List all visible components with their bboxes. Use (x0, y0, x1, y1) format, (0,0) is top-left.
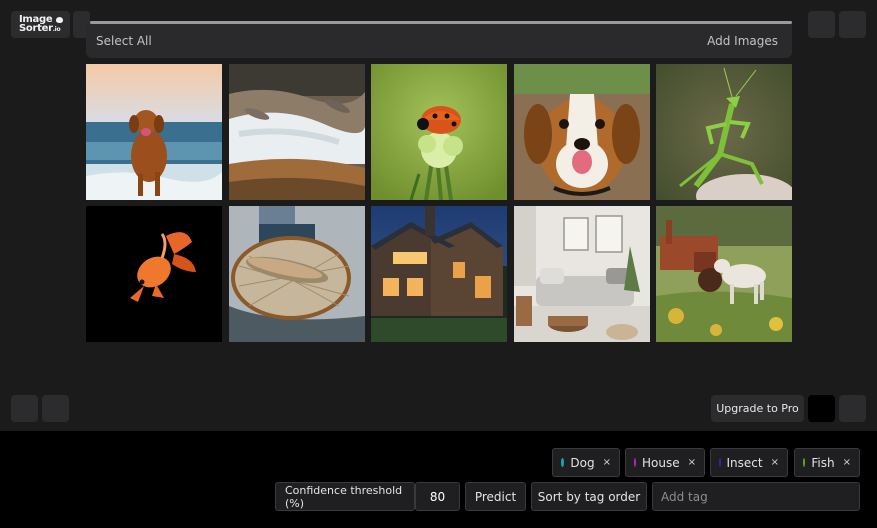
tag-chip-fish[interactable]: Fish × (794, 448, 860, 477)
ladybug-image (371, 64, 507, 200)
image-tile-fish-river[interactable] (228, 64, 365, 200)
add-tag-input[interactable] (661, 489, 851, 504)
action-bar: Select All Add Images (86, 24, 792, 58)
image-tile-dog-beach[interactable] (86, 64, 222, 200)
bottom-left-button-1[interactable] (11, 395, 38, 422)
predict-button[interactable]: Predict (465, 482, 526, 511)
tag-panel (0, 431, 877, 528)
fish-river-image (228, 64, 365, 200)
bottom-right-button[interactable] (839, 395, 866, 422)
beagle-image (513, 64, 650, 200)
goldfish-image (86, 206, 222, 342)
trout-net-image (228, 206, 365, 342)
confidence-threshold-label: Confidence threshold (%) (275, 482, 415, 511)
tag-color-dot (719, 458, 721, 467)
image-tile-beagle[interactable] (513, 64, 650, 200)
bottom-left-button-2[interactable] (42, 395, 69, 422)
app-logo[interactable]: Image Sorter.io (11, 11, 70, 38)
image-tile-living-room[interactable] (513, 206, 650, 342)
app-window: Image Sorter.io Select All Add Images Up… (0, 0, 877, 528)
image-tile-trout-net[interactable] (228, 206, 365, 342)
tag-chip-insect[interactable]: Insect × (710, 448, 788, 477)
image-tile-ladybug[interactable] (371, 64, 507, 200)
add-images-button[interactable]: Add Images (707, 34, 778, 48)
tag-color-dot (803, 458, 806, 467)
upgrade-button[interactable]: Upgrade to Pro (711, 395, 804, 422)
living-room-image (513, 206, 650, 342)
mantis-image (656, 64, 792, 200)
top-right-button-1[interactable] (808, 11, 835, 38)
dog-beach-image (86, 64, 222, 200)
select-all-button[interactable]: Select All (96, 34, 152, 48)
add-tag-field[interactable] (652, 482, 860, 511)
tag-chip-dog[interactable]: Dog × (552, 448, 620, 477)
tag-label: Dog (570, 455, 595, 470)
remove-tag-icon[interactable]: × (843, 457, 851, 468)
image-grid (86, 64, 792, 342)
remove-tag-icon[interactable]: × (771, 457, 779, 468)
remove-tag-icon[interactable]: × (688, 457, 696, 468)
image-tile-lamb-tractor[interactable] (656, 206, 792, 342)
top-right-button-2[interactable] (839, 11, 866, 38)
logo-text-line2: Sorter.io (19, 23, 61, 34)
logo-tag-icon (56, 17, 63, 23)
sort-by-tag-order-button[interactable]: Sort by tag order (531, 482, 647, 511)
image-tile-house[interactable] (371, 206, 507, 342)
tag-chip-house[interactable]: House × (625, 448, 705, 477)
image-tile-mantis[interactable] (656, 64, 792, 200)
confidence-threshold-input[interactable]: 80 (415, 482, 460, 511)
tag-color-dot (634, 458, 636, 467)
tag-label: Insect (726, 455, 763, 470)
house-image (371, 206, 507, 342)
dark-mode-toggle[interactable] (808, 395, 835, 422)
remove-tag-icon[interactable]: × (603, 457, 611, 468)
tag-color-dot (561, 458, 565, 467)
lamb-tractor-image (656, 206, 792, 342)
tag-label: House (642, 455, 680, 470)
tag-label: Fish (811, 455, 835, 470)
image-tile-goldfish[interactable] (86, 206, 222, 342)
